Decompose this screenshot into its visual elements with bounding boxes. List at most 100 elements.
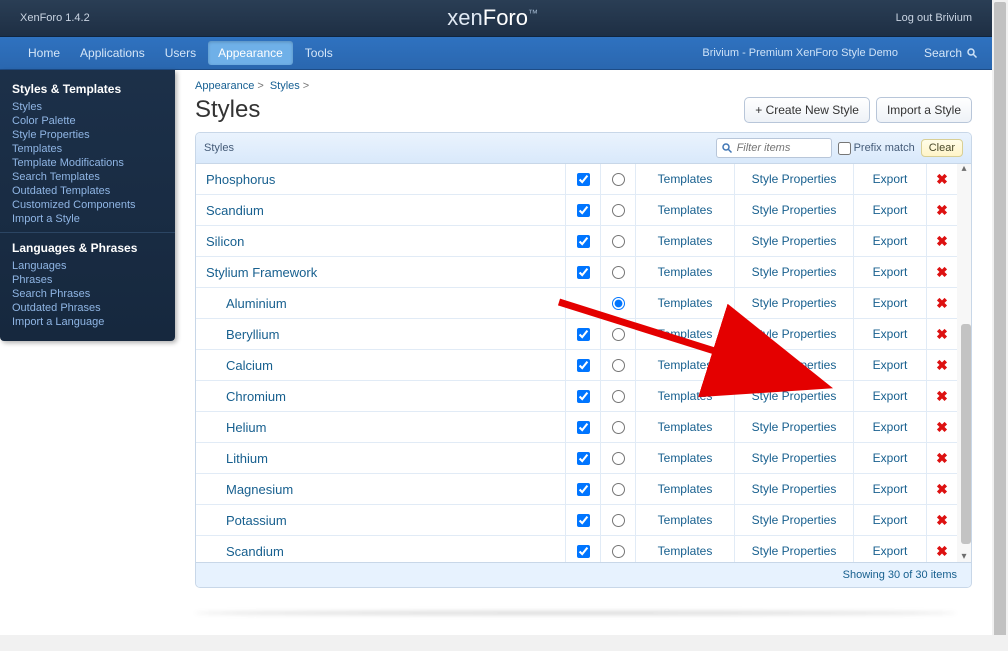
style-properties-link[interactable]: Style Properties xyxy=(734,288,853,318)
default-radio[interactable] xyxy=(612,514,625,527)
sidebar-item-styles[interactable]: Styles xyxy=(0,100,175,114)
sidebar-item-outdated-templates[interactable]: Outdated Templates xyxy=(0,184,175,198)
export-link[interactable]: Export xyxy=(853,319,926,349)
enable-checkbox[interactable] xyxy=(577,204,590,217)
style-name-link[interactable]: Beryllium xyxy=(196,327,565,342)
import-a-style-button[interactable]: Import a Style xyxy=(876,97,972,123)
delete-icon[interactable]: ✖ xyxy=(936,233,948,250)
enable-checkbox[interactable] xyxy=(577,266,590,279)
filter-input-wrap[interactable] xyxy=(716,138,832,158)
style-properties-link[interactable]: Style Properties xyxy=(734,381,853,411)
templates-link[interactable]: Templates xyxy=(635,381,734,411)
export-link[interactable]: Export xyxy=(853,381,926,411)
templates-link[interactable]: Templates xyxy=(635,288,734,318)
breadcrumb-appearance[interactable]: Appearance xyxy=(195,80,254,92)
style-properties-link[interactable]: Style Properties xyxy=(734,195,853,225)
create-new-style-button[interactable]: + Create New Style xyxy=(744,97,870,123)
sidebar-item-color-palette[interactable]: Color Palette xyxy=(0,114,175,128)
templates-link[interactable]: Templates xyxy=(635,257,734,287)
style-name-link[interactable]: Stylium Framework xyxy=(196,265,565,280)
demo-link[interactable]: Brivium - Premium XenForo Style Demo xyxy=(690,37,910,69)
delete-icon[interactable]: ✖ xyxy=(936,543,948,560)
nav-appearance[interactable]: Appearance xyxy=(208,41,293,65)
default-radio[interactable] xyxy=(612,359,625,372)
prefix-match-toggle[interactable]: Prefix match xyxy=(838,142,915,155)
delete-icon[interactable]: ✖ xyxy=(936,512,948,529)
export-link[interactable]: Export xyxy=(853,226,926,256)
sidebar-item-search-templates[interactable]: Search Templates xyxy=(0,170,175,184)
delete-icon[interactable]: ✖ xyxy=(936,419,948,436)
logout-link[interactable]: Log out Brivium xyxy=(896,12,992,24)
style-name-link[interactable]: Aluminium xyxy=(196,296,565,311)
default-radio[interactable] xyxy=(612,173,625,186)
enable-checkbox[interactable] xyxy=(577,514,590,527)
templates-link[interactable]: Templates xyxy=(635,350,734,380)
export-link[interactable]: Export xyxy=(853,164,926,194)
templates-link[interactable]: Templates xyxy=(635,536,734,562)
clear-button[interactable]: Clear xyxy=(921,139,963,157)
style-name-link[interactable]: Helium xyxy=(196,420,565,435)
style-name-link[interactable]: Chromium xyxy=(196,389,565,404)
enable-checkbox[interactable] xyxy=(577,452,590,465)
templates-link[interactable]: Templates xyxy=(635,443,734,473)
style-name-link[interactable]: Silicon xyxy=(196,234,565,249)
templates-link[interactable]: Templates xyxy=(635,474,734,504)
style-name-link[interactable]: Calcium xyxy=(196,358,565,373)
export-link[interactable]: Export xyxy=(853,288,926,318)
delete-icon[interactable]: ✖ xyxy=(936,450,948,467)
templates-link[interactable]: Templates xyxy=(635,319,734,349)
scroll-thumb[interactable] xyxy=(961,324,971,544)
delete-icon[interactable]: ✖ xyxy=(936,264,948,281)
delete-icon[interactable]: ✖ xyxy=(936,357,948,374)
enable-checkbox[interactable] xyxy=(577,328,590,341)
default-radio[interactable] xyxy=(612,266,625,279)
breadcrumb-styles[interactable]: Styles xyxy=(270,80,300,92)
style-name-link[interactable]: Scandium xyxy=(196,203,565,218)
default-radio[interactable] xyxy=(612,545,625,558)
style-name-link[interactable]: Magnesium xyxy=(196,482,565,497)
search-link[interactable]: Search xyxy=(910,37,992,69)
templates-link[interactable]: Templates xyxy=(635,164,734,194)
browser-scrollbar-horizontal[interactable] xyxy=(0,635,1008,651)
delete-icon[interactable]: ✖ xyxy=(936,295,948,312)
export-link[interactable]: Export xyxy=(853,257,926,287)
sidebar-item-import-style[interactable]: Import a Style xyxy=(0,212,175,226)
sidebar-item-template-modifications[interactable]: Template Modifications xyxy=(0,156,175,170)
enable-checkbox[interactable] xyxy=(577,359,590,372)
templates-link[interactable]: Templates xyxy=(635,226,734,256)
default-radio[interactable] xyxy=(612,297,625,310)
style-properties-link[interactable]: Style Properties xyxy=(734,319,853,349)
default-radio[interactable] xyxy=(612,328,625,341)
list-scrollbar[interactable]: ▴ ▾ xyxy=(957,164,971,562)
style-properties-link[interactable]: Style Properties xyxy=(734,226,853,256)
enable-checkbox[interactable] xyxy=(577,390,590,403)
default-radio[interactable] xyxy=(612,390,625,403)
style-name-link[interactable]: Lithium xyxy=(196,451,565,466)
default-radio[interactable] xyxy=(612,452,625,465)
sidebar-item-templates[interactable]: Templates xyxy=(0,142,175,156)
enable-checkbox[interactable] xyxy=(577,483,590,496)
browser-scrollbar-vertical[interactable] xyxy=(992,0,1008,651)
sidebar-item-outdated-phrases[interactable]: Outdated Phrases xyxy=(0,301,175,315)
export-link[interactable]: Export xyxy=(853,536,926,562)
enable-checkbox[interactable] xyxy=(577,235,590,248)
style-properties-link[interactable]: Style Properties xyxy=(734,164,853,194)
export-link[interactable]: Export xyxy=(853,412,926,442)
sidebar-item-search-phrases[interactable]: Search Phrases xyxy=(0,287,175,301)
export-link[interactable]: Export xyxy=(853,443,926,473)
style-properties-link[interactable]: Style Properties xyxy=(734,257,853,287)
export-link[interactable]: Export xyxy=(853,474,926,504)
delete-icon[interactable]: ✖ xyxy=(936,388,948,405)
scroll-down-arrow-icon[interactable]: ▾ xyxy=(959,552,969,562)
style-properties-link[interactable]: Style Properties xyxy=(734,350,853,380)
style-properties-link[interactable]: Style Properties xyxy=(734,536,853,562)
export-link[interactable]: Export xyxy=(853,505,926,535)
export-link[interactable]: Export xyxy=(853,350,926,380)
style-properties-link[interactable]: Style Properties xyxy=(734,443,853,473)
style-properties-link[interactable]: Style Properties xyxy=(734,474,853,504)
enable-checkbox[interactable] xyxy=(577,421,590,434)
templates-link[interactable]: Templates xyxy=(635,412,734,442)
prefix-match-checkbox[interactable] xyxy=(838,142,851,155)
nav-tools[interactable]: Tools xyxy=(295,37,343,69)
style-properties-link[interactable]: Style Properties xyxy=(734,412,853,442)
